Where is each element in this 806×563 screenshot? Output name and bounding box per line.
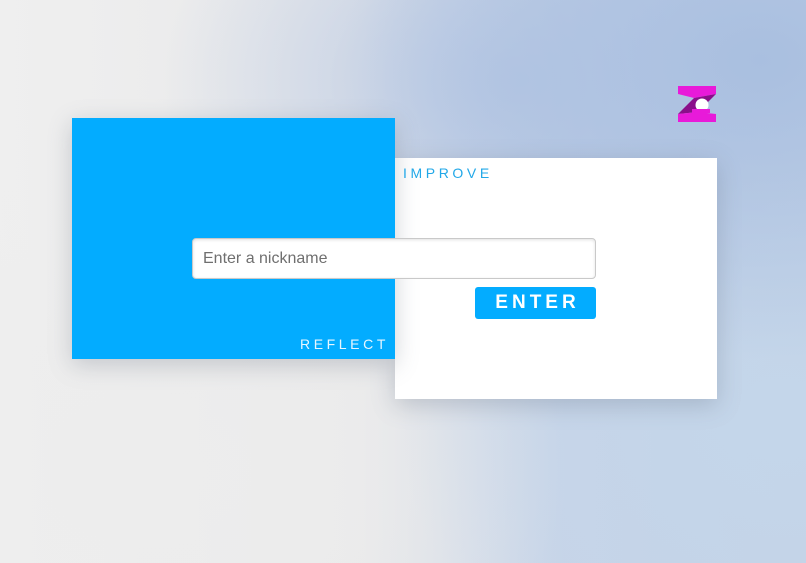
nickname-input[interactable] [192, 238, 596, 279]
z-logo-icon [678, 86, 716, 122]
improve-label: IMPROVE [403, 165, 493, 181]
enter-button[interactable]: ENTER [475, 287, 596, 319]
reflect-label: REFLECT [300, 336, 389, 352]
app-logo [676, 85, 718, 123]
